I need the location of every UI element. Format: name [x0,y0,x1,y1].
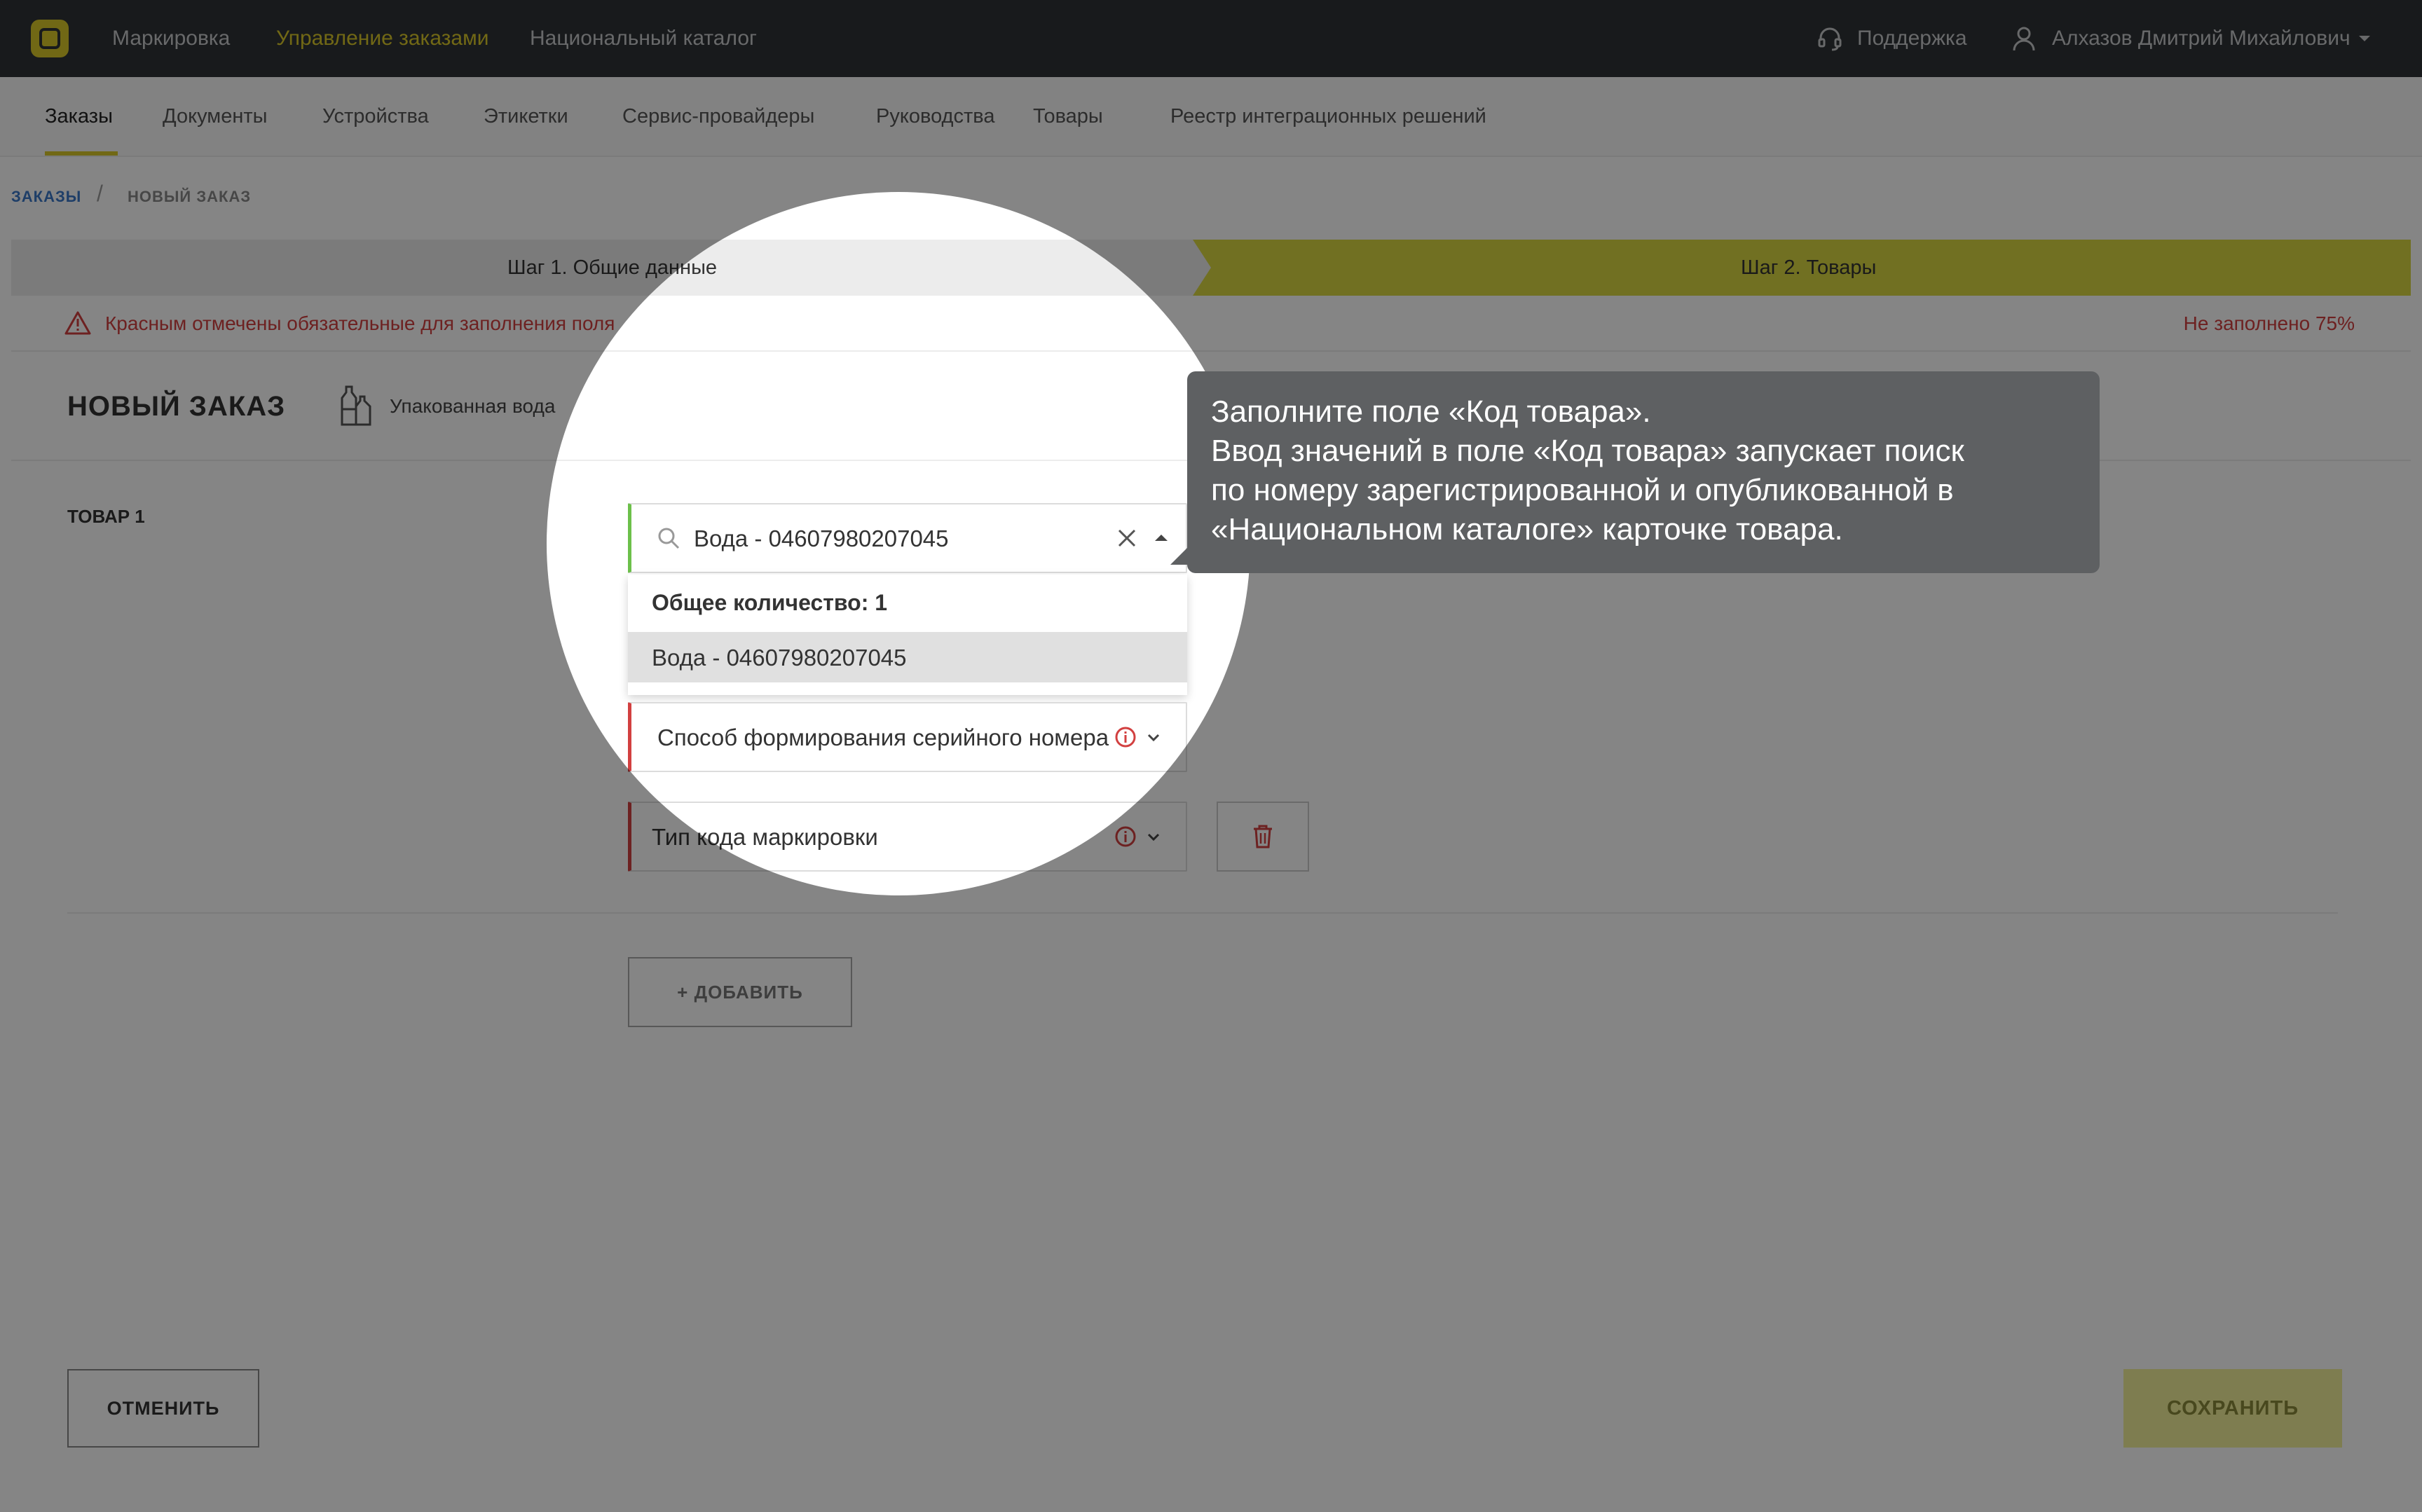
warning-icon [64,311,91,335]
item-label: ТОВАР 1 [67,506,145,527]
completion-status: Не заполнено 75% [2183,312,2355,334]
tab-labels[interactable]: Этикетки [484,105,568,128]
tab-devices[interactable]: Устройства [322,105,429,128]
code-type-placeholder: Тип кода маркировки [652,824,878,850]
tab-guides[interactable]: Руководства [876,105,994,128]
product-code-dropdown: Общее количество: 1 Вода - 0460798020704… [628,575,1187,695]
clear-icon[interactable] [1116,527,1138,549]
tab-service-providers[interactable]: Сервис-провайдеры [622,105,814,128]
chevron-up-icon[interactable] [1154,532,1169,542]
tutorial-tooltip: Заполните поле «Код товара». Ввод значен… [1170,371,2100,573]
top-bar: Маркировка Управление заказами Националь… [0,0,2422,77]
top-nav-marking[interactable]: Маркировка [112,0,230,77]
chevron-down-icon[interactable] [2358,34,2372,43]
trash-icon [1254,825,1272,848]
bottles-icon [341,385,371,426]
tab-products[interactable]: Товары [1033,105,1103,128]
breadcrumb-orders[interactable]: ЗАКАЗЫ [11,188,81,206]
serial-method-placeholder: Способ формирования серийного номера [657,724,1109,750]
dropdown-option-label[interactable]: Вода - 04607980207045 [652,645,907,671]
search-icon [658,528,680,549]
tooltip-line-4: «Национальном каталоге» карточке товара. [1211,512,1843,547]
info-icon [1115,727,1136,748]
divider [11,350,2411,352]
info-icon [1115,826,1136,847]
tab-orders[interactable]: Заказы [45,105,113,128]
cancel-button[interactable]: ОТМЕНИТЬ [67,1369,259,1448]
steps-bar: Шаг 1. Общие данные Шаг 2. Товары [11,240,2411,296]
required-fields-warning: Красным отмечены обязательные для заполн… [105,312,615,334]
chevron-down-icon[interactable] [1147,832,1161,842]
headset-icon [1818,27,1842,51]
user-menu[interactable]: Алхазов Дмитрий Михайлович [2052,0,2351,77]
product-code-value[interactable]: Вода - 04607980207045 [694,525,949,552]
top-nav-orders[interactable]: Управление заказами [276,0,489,77]
add-item-button[interactable]: + ДОБАВИТЬ [628,957,852,1027]
tab-integration-registry[interactable]: Реестр интеграционных решений [1170,105,1486,128]
breadcrumb-separator: / [97,181,104,206]
breadcrumb-current: НОВЫЙ ЗАКАЗ [128,188,252,205]
tooltip-line-2: Ввод значений в поле «Код товара» запуск… [1211,434,1964,468]
tooltip-arrow [1170,547,1189,565]
save-button[interactable]: СОХРАНИТЬ [2123,1369,2342,1448]
product-category: Упакованная вода [390,395,556,417]
top-nav-catalog[interactable]: Национальный каталог [530,0,757,77]
step-2-label: Шаг 2. Товары [1741,256,1877,279]
active-tab-indicator [45,151,118,156]
tooltip-line-1: Заполните поле «Код товара». [1211,394,1651,429]
support-link[interactable]: Поддержка [1857,0,1967,77]
logo[interactable] [31,20,69,57]
step-arrow [1193,240,1211,296]
page-title: НОВЫЙ ЗАКАЗ [67,391,286,422]
divider [67,912,2338,914]
tooltip-line-3: по номеру зарегистрированной и опубликов… [1211,473,1954,507]
user-icon [2013,27,2035,51]
step-1-label: Шаг 1. Общие данные [507,256,718,279]
dropdown-total: Общее количество: 1 [652,590,888,615]
tab-documents[interactable]: Документы [163,105,268,128]
chevron-down-icon[interactable] [1147,733,1161,743]
